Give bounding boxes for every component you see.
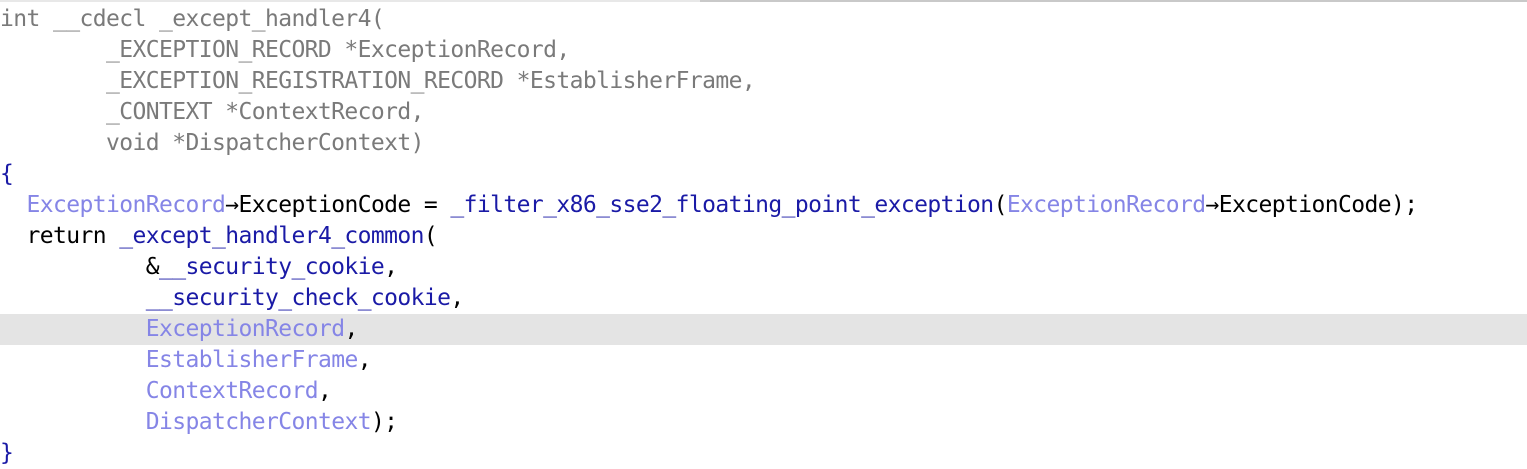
code-token-variable: DispatcherContext: [145, 409, 372, 435]
code-token-variable: ExceptionRecord: [145, 316, 345, 342]
code-line[interactable]: return _except_handler4_common(: [0, 221, 1527, 252]
editor-top-border: [0, 0, 1527, 2]
code-token-muted: _CONTEXT *ContextRecord,: [0, 99, 425, 125]
code-token-function: __security_check_cookie: [145, 285, 451, 311]
code-token-plain: return: [0, 223, 120, 249]
code-token-muted: int __cdecl _except_handler4(: [0, 6, 385, 32]
code-token-variable: EstablisherFrame: [145, 347, 359, 373]
code-line[interactable]: _EXCEPTION_RECORD *ExceptionRecord,: [0, 35, 1527, 66]
code-token-plain: →ExceptionCode);: [1205, 192, 1419, 218]
code-line[interactable]: _CONTEXT *ContextRecord,: [0, 97, 1527, 128]
code-token-plain: ,: [357, 347, 372, 373]
code-token-muted: _EXCEPTION_RECORD *ExceptionRecord,: [0, 37, 570, 63]
code-line[interactable]: void *DispatcherContext): [0, 128, 1527, 159]
code-token-punct: {: [0, 161, 14, 187]
code-token-plain: &: [0, 254, 160, 280]
code-token-plain: ,: [384, 254, 398, 280]
code-line[interactable]: _EXCEPTION_REGISTRATION_RECORD *Establis…: [0, 66, 1527, 97]
code-token-variable: ExceptionRecord: [26, 192, 226, 218]
code-editor-view[interactable]: int __cdecl _except_handler4( _EXCEPTION…: [0, 4, 1527, 469]
code-token-variable: ContextRecord: [145, 378, 319, 404]
code-token-plain: →ExceptionCode =: [225, 192, 451, 218]
code-token-function: __security_cookie: [158, 254, 385, 280]
editor-top-border-segment: [700, 0, 1527, 2]
code-token-plain: );: [370, 409, 398, 435]
code-token-plain: ,: [317, 378, 332, 404]
code-token-punct: }: [0, 440, 14, 466]
code-token-variable: ExceptionRecord: [1006, 192, 1206, 218]
code-line[interactable]: ContextRecord,: [0, 376, 1527, 407]
code-line[interactable]: DispatcherContext);: [0, 407, 1527, 438]
code-line[interactable]: ExceptionRecord,: [0, 314, 1527, 345]
code-token-muted: _EXCEPTION_REGISTRATION_RECORD *Establis…: [0, 68, 756, 94]
code-token-plain: (: [423, 223, 438, 249]
code-token-plain: ,: [450, 285, 464, 311]
code-line[interactable]: ExceptionRecord→ExceptionCode = _filter_…: [0, 190, 1527, 221]
code-token-muted: void *DispatcherContext): [0, 130, 425, 156]
code-token-plain: ,: [344, 316, 358, 342]
code-token-plain: (: [993, 192, 1008, 218]
code-line[interactable]: }: [0, 438, 1527, 469]
code-token-function: _except_handler4_common: [119, 223, 424, 249]
code-line[interactable]: int __cdecl _except_handler4(: [0, 4, 1527, 35]
code-line[interactable]: EstablisherFrame,: [0, 345, 1527, 376]
code-line[interactable]: &__security_cookie,: [0, 252, 1527, 283]
code-line[interactable]: {: [0, 159, 1527, 190]
code-line[interactable]: __security_check_cookie,: [0, 283, 1527, 314]
code-token-function: _filter_x86_sse2_floating_point_exceptio…: [450, 192, 994, 218]
